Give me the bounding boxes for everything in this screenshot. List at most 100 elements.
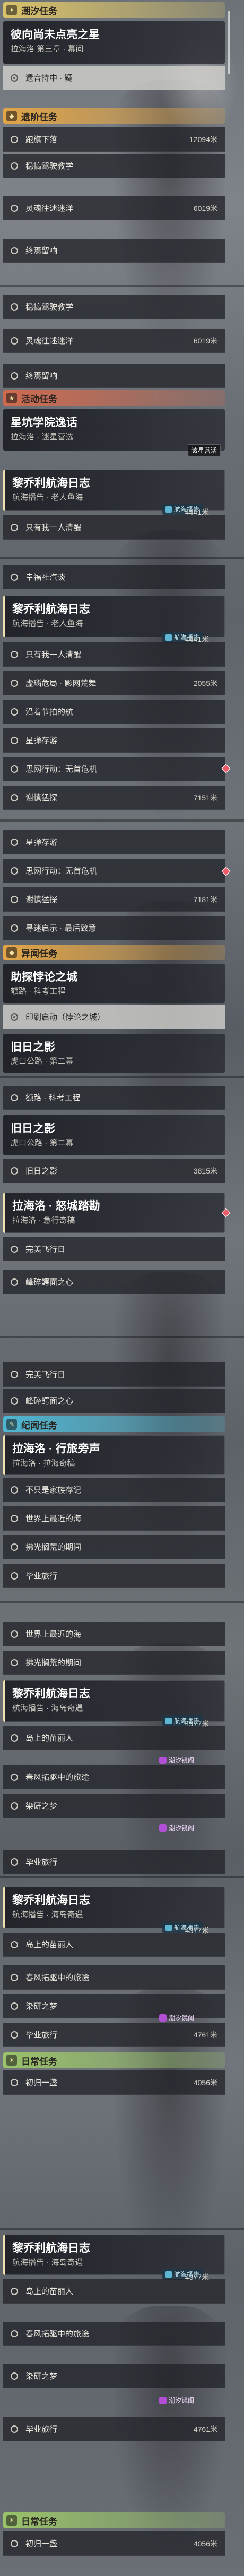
quest-step[interactable]: 春风拓驱中的旅途 [3,2322,225,2346]
scrollbar[interactable] [228,11,230,74]
radio-icon [11,1245,18,1253]
quest-subtitle: 拉海洛 第三章 · 幕间 [11,45,84,54]
quest-card[interactable]: 旧日之影 虎口公路 · 第二幕 [3,1034,225,1073]
quest-step-label: 春风拓驱中的旅途 [25,1773,90,1782]
screenshot-divider [0,1876,244,1878]
quest-step-label: 拂光搁荒的期间 [25,1658,82,1668]
quest-step[interactable]: 春风拓驱中的旅途 [3,1965,225,1990]
category-chaoxi-header[interactable]: ✦ 潮汐任务 [3,2,225,18]
radio-icon [11,2425,18,2433]
quest-step[interactable]: 春风拓驱中的旅途 [3,1765,225,1789]
quest-step[interactable]: 染研之梦 [3,2364,225,2388]
quest-step[interactable]: 星弹存游 [3,830,225,854]
category-richang-header[interactable]: ☀ 日常任务 [3,2512,225,2528]
quest-card-log[interactable]: 黎乔利航海日志 航海播告 · 老人鱼海 [3,596,225,637]
quest-step[interactable]: 完美飞行日 [3,1362,225,1387]
quest-step[interactable]: 星弹存游 [3,728,225,753]
quest-step[interactable]: 拂光搁荒的期间 [3,1535,225,1559]
quest-step[interactable]: 毕业旅行 [3,1564,225,1588]
category-richang-header[interactable]: ☀ 日常任务 [3,2052,225,2068]
radio-icon [11,2287,18,2295]
quest-category-icon: ☀ [6,2055,17,2066]
quest-step-label: 沿着节拍的航 [25,708,74,717]
screenshot-divider [0,1601,244,1603]
quest-step-label: 遗音持中 · 疑 [25,74,73,83]
quest-step[interactable]: 毕业旅行 4761米 [3,2023,225,2047]
category-tiandi-header[interactable]: ◆ 遗阶任务 [3,108,225,124]
radio-icon [11,1370,18,1378]
quest-step-label: 旧日之影 [25,1167,58,1176]
quest-subtitle: 虎口公路 · 第二幕 [11,1057,74,1066]
quest-step[interactable]: 岛上的苗丽人 4377米 [3,2273,225,2304]
quest-step-selected[interactable]: 印刷启动（悖论之城） [3,1005,225,1029]
category-jiyuan-header[interactable]: ✎ 纪闻任务 [3,1416,225,1432]
quest-title: 黎乔利航海日志 [12,477,90,489]
distance-label: 4377米 [185,2273,209,2281]
quest-step-label: 染研之梦 [25,2002,58,2011]
quest-step[interactable]: 拂光搁荒的期间 [3,1651,225,1675]
quest-step[interactable]: 完美飞行日 [3,1237,225,1261]
quest-step[interactable]: 稳搞驾驶教学 [3,154,225,178]
quest-step[interactable]: 幸福社汽谈 [3,565,225,589]
quest-step[interactable]: 思网行动：无首危机 [3,859,225,883]
quest-card[interactable]: 旧日之影 虎口公路 · 第二幕 [3,1115,225,1155]
screenshot-divider [0,285,244,287]
quest-step[interactable]: 只有我一人清醒 4441米 [3,635,225,667]
quest-step[interactable]: 终焉留响 [3,364,225,388]
radio-icon [11,2078,18,2086]
quest-step[interactable]: 只有我一人清醒 4441米 [3,508,225,540]
activity-button[interactable]: 该星营活 [187,444,221,456]
radio-icon [11,1543,18,1551]
radio-selected-icon [11,74,18,82]
quest-step[interactable]: 岛上的苗丽人 4377米 [3,1926,225,1957]
distance-label: 4761米 [193,2030,217,2039]
quest-badge-label: 潮汐镜阁 [169,1824,195,1832]
quest-card[interactable]: 助探悖论之城 额路 · 科考工程 [3,964,225,1003]
quest-step[interactable]: 稳搞驾驶教学 [3,295,225,319]
radio-icon [11,650,18,658]
quest-step[interactable]: 毕业旅行 [3,1850,225,1874]
quest-step[interactable]: 虚瑙危局 · 影网荒舞 2055米 [3,671,225,695]
quest-step[interactable]: 初归一盏 4056米 [3,2531,225,2556]
quest-step-label: 额路 · 科考工程 [25,1093,81,1102]
quest-step[interactable]: 不只是家族存记 [3,1478,225,1502]
quest-step[interactable]: 岛上的苗丽人 4377米 [3,1719,225,1750]
quest-step[interactable]: 额路 · 科考工程 [3,1086,225,1110]
quest-step[interactable]: 沿着节拍的航 [3,700,225,724]
quest-step[interactable]: 思网行动：无首危机 [3,757,225,781]
quest-step[interactable]: 谢慎猛探 7151米 [3,786,225,810]
category-yiwen-header[interactable]: ◆ 异闻任务 [3,945,225,960]
quest-step[interactable]: 峰碎鳄面之心 [3,1270,225,1294]
radio-icon [11,303,18,311]
quest-step-label: 完美飞行日 [25,1370,66,1379]
quest-step[interactable]: 世界上最近的海 [3,1622,225,1646]
quest-card-main[interactable]: 彼向尚未点亮之星 拉海洛 第三章 · 幕间 [3,21,225,64]
quest-step-label: 初归一盏 [25,2539,58,2548]
quest-step[interactable]: 寻迷启示 · 最后致意 [3,916,225,940]
quest-card-selected[interactable]: 拉海洛 · 行旅旁声 拉海洛 · 拉海奇稿 [3,1435,225,1475]
quest-title: 黎乔利航海日志 [12,2242,90,2254]
quest-step[interactable]: 灵魂往述迷洋 6019米 [3,329,225,353]
quest-step-label: 跑旗下落 [25,135,58,144]
quest-title: 旧日之影 [11,1041,55,1053]
screenshot-divider [0,1336,244,1338]
quest-step-label: 毕业旅行 [25,2031,58,2040]
category-huodong-header[interactable]: ★ 活动任务 [3,390,225,406]
quest-subtitle: 额路 · 科考工程 [11,987,66,996]
quest-step-label: 不只是家族存记 [25,1486,82,1495]
quest-card-selected[interactable]: 拉海洛 · 怒城踏勘 拉海洛 · 急行奇稿 [3,1193,225,1233]
quest-step[interactable]: 峰碎鳄面之心 [3,1389,225,1413]
quest-step[interactable]: 世界上最近的海 [3,1506,225,1531]
quest-step[interactable]: 灵魂往述迷洋 6019米 [3,196,225,220]
quest-step[interactable]: 初归一盏 4056米 [3,2070,225,2095]
category-title: 潮汐任务 [21,6,57,16]
radio-icon [11,1093,18,1101]
quest-step[interactable]: 旧日之影 3815米 [3,1159,225,1183]
quest-step[interactable]: 跑旗下落 12094米 [3,127,225,152]
quest-step[interactable]: 终焉留响 [3,239,225,263]
quest-step[interactable]: 染研之梦 [3,1794,225,1818]
quest-step[interactable]: 毕业旅行 4761米 [3,2417,225,2441]
radio-icon [11,135,18,143]
quest-step-selected[interactable]: 遗音持中 · 疑 [3,66,225,90]
quest-step[interactable]: 谢慎猛探 7181米 [3,887,225,912]
